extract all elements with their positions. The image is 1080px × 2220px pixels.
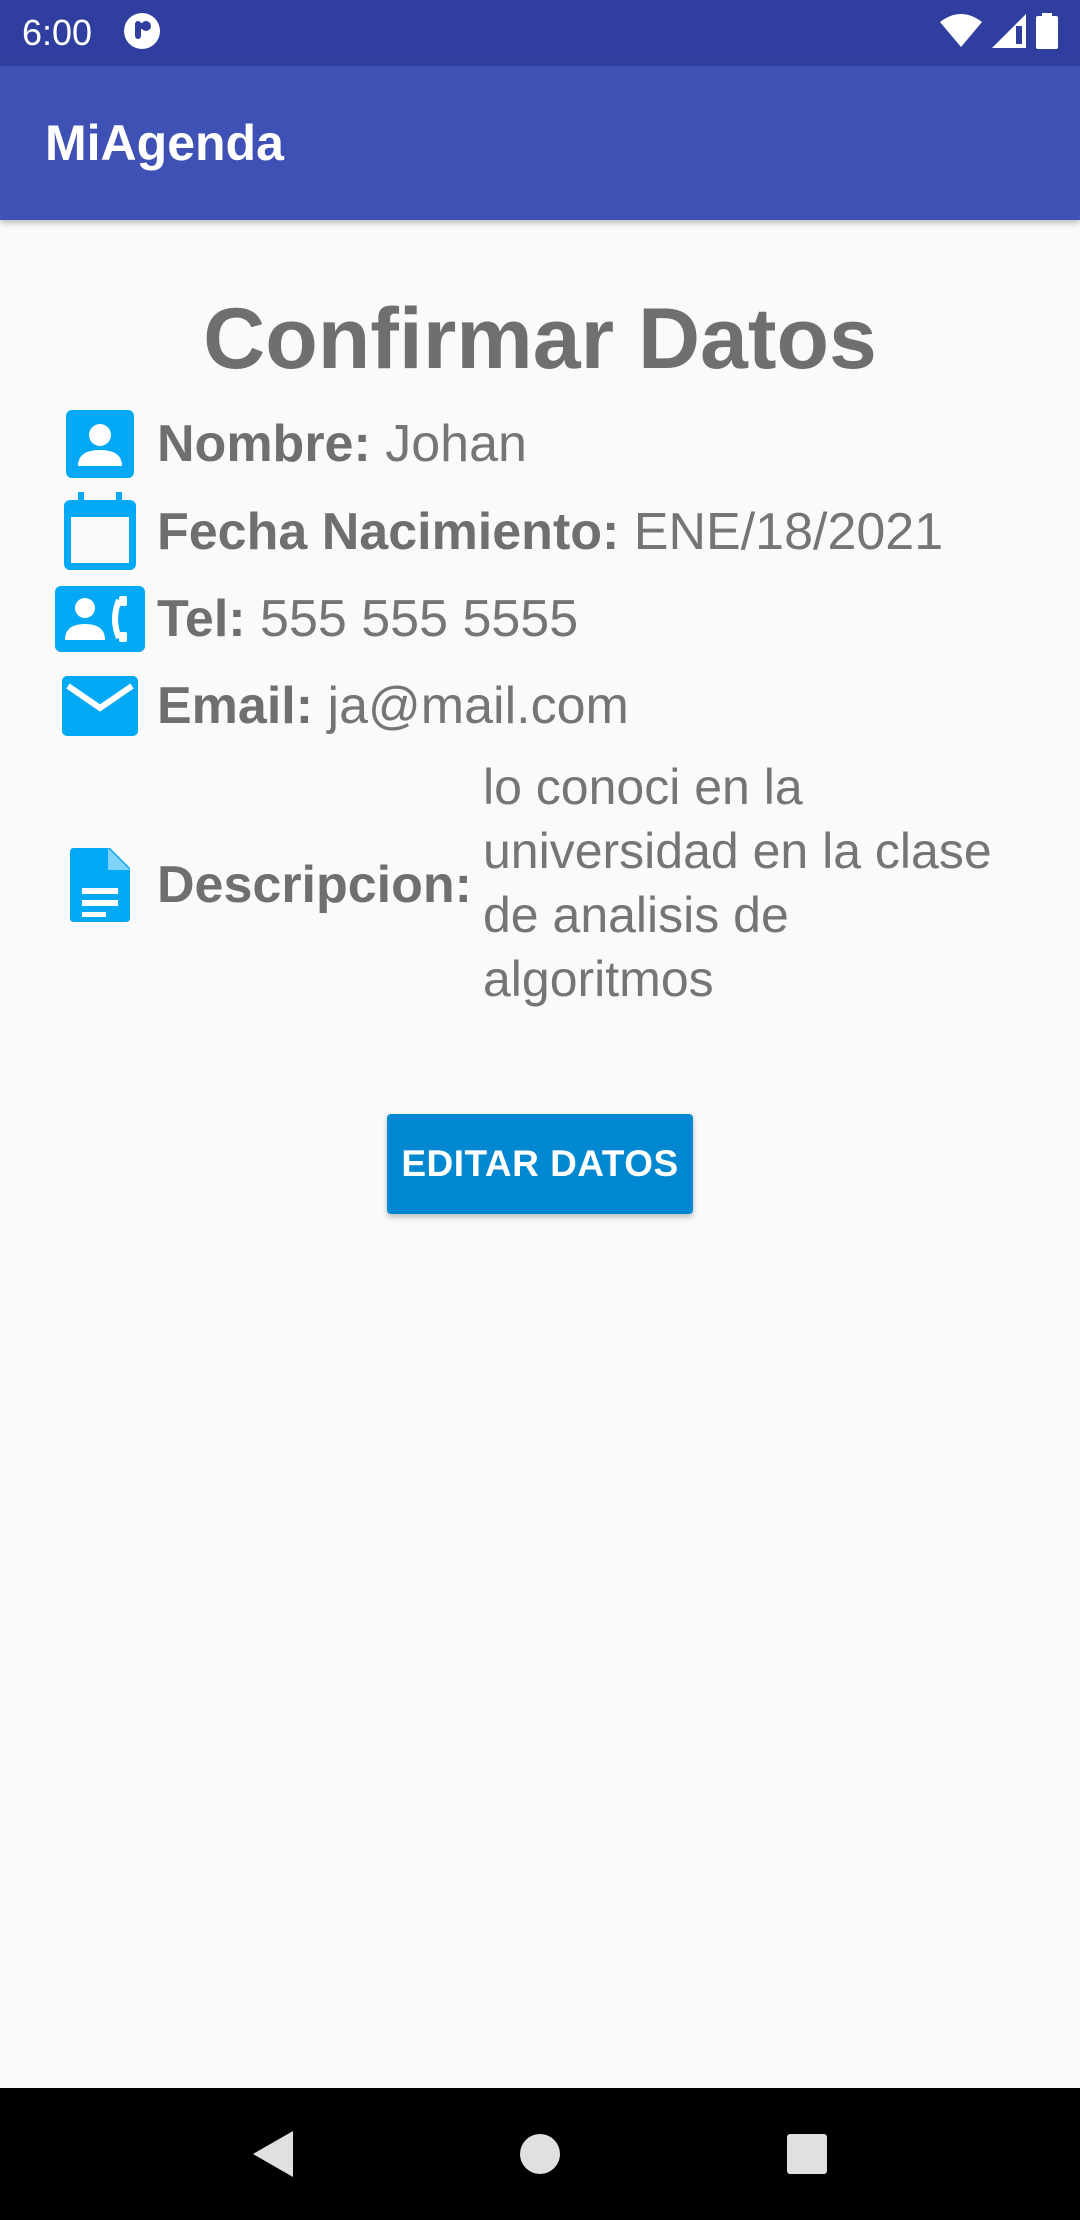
notification-icon [122, 11, 162, 56]
status-bar: 6:00 [0, 0, 1080, 66]
field-label: Email: [157, 677, 314, 735]
back-icon[interactable] [228, 2109, 318, 2199]
description-value: lo conoci en la universidad en la clase … [483, 759, 992, 1007]
field-text-nombre: Nombre: Johan [157, 414, 527, 474]
field-value: ENE/18/2021 [633, 503, 944, 561]
home-icon[interactable] [495, 2109, 585, 2199]
contact-icon [50, 404, 150, 484]
field-label: Tel: [157, 590, 246, 648]
field-row-descripcion: Descripcion: lo conoci en la universidad… [0, 755, 1080, 1015]
app-bar: MiAgenda [0, 66, 1080, 220]
signal-icon [992, 13, 1026, 53]
field-value: ja@mail.com [327, 677, 629, 735]
field-row-tel: Tel: 555 555 5555 [0, 579, 1080, 659]
field-text-tel: Tel: 555 555 5555 [157, 589, 578, 649]
status-time: 6:00 [22, 12, 93, 53]
field-row-email: Email: ja@mail.com [0, 666, 1080, 746]
field-row-fecha: Fecha Nacimiento: ENE/18/2021 [0, 492, 1080, 572]
description-label: Descripcion: [157, 856, 472, 914]
status-left: 6:00 [22, 11, 162, 56]
field-value: Johan [385, 415, 527, 473]
status-right [940, 12, 1058, 54]
field-text-fecha: Fecha Nacimiento: ENE/18/2021 [157, 502, 943, 562]
wifi-icon [940, 13, 982, 53]
field-value: 555 555 5555 [260, 590, 579, 648]
battery-icon [1036, 12, 1058, 54]
recents-icon[interactable] [762, 2109, 852, 2199]
app-title: MiAgenda [45, 115, 284, 171]
navigation-bar [0, 2088, 1080, 2220]
screen: 6:00 MiAgenda Confirmar Datos Nombre: Jo… [0, 0, 1080, 2220]
document-icon [50, 845, 150, 925]
edit-data-button[interactable]: EDITAR DATOS [387, 1114, 693, 1214]
page-title: Confirmar Datos [203, 291, 877, 387]
field-label: Fecha Nacimiento: [157, 503, 620, 561]
field-label: Nombre: [157, 415, 371, 473]
field-row-nombre: Nombre: Johan [0, 404, 1080, 484]
phone-contact-icon [50, 579, 150, 659]
calendar-icon [50, 492, 150, 572]
field-text-email: Email: ja@mail.com [157, 676, 629, 736]
email-icon [50, 666, 150, 746]
